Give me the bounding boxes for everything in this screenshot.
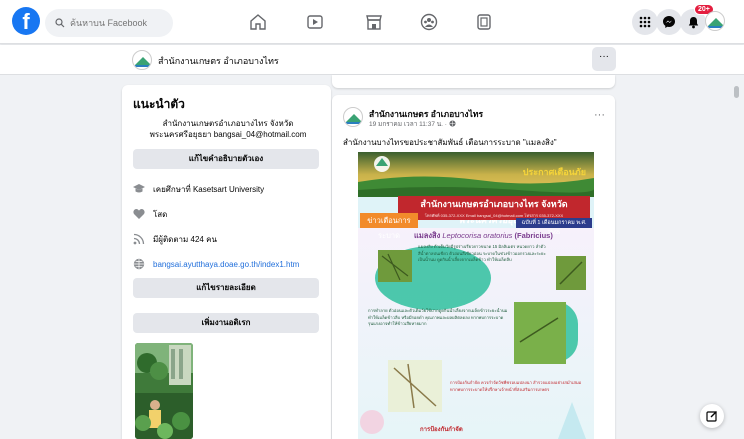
marketplace-icon[interactable] [364,12,384,32]
poster-header: ประกาศเตือนภัย [358,152,594,177]
website-link[interactable]: bangsai.ayutthaya.doae.go.th/index1.htm [153,260,299,269]
previous-post-edge [332,75,615,88]
page-name[interactable]: สำนักงานเกษตร อำเภอบางไทร [158,54,279,68]
followers-row: มีผู้ติดตาม 424 คน [133,232,217,246]
relationship-text: โสด [153,209,168,219]
poster-date: ฉบับที่ 1 เดือนมกราคม พ.ศ. 2565 [516,218,592,236]
menu-grid-icon[interactable] [632,9,658,35]
featured-photo[interactable] [135,343,193,439]
globe-icon [133,258,145,270]
post-text: สำนักงานบางไทรขอประชาสัมพันธ์ เตือนการระ… [343,138,557,147]
page-more-button[interactable]: ··· [592,47,616,71]
search-box[interactable] [45,9,173,37]
website-row: bangsai.ayutthaya.doae.go.th/index1.htm [133,257,299,271]
pest-latin: Leptocorisa oratorius [442,231,513,240]
page-avatar[interactable] [132,50,152,70]
watch-icon[interactable] [305,12,325,32]
intro-title: แนะนำตัว [133,97,185,111]
new-message-button[interactable] [700,404,724,428]
poster-org: สำนักงานเกษตรอำเภอบางไทร จังหวัดพระนครศร… [398,196,590,225]
poster-pest-name: แมลงสิง Leptocorisa oratorius (Fabricius… [414,230,553,242]
post-author-avatar[interactable] [343,107,363,127]
public-globe-icon [449,120,456,127]
page-header-bar: สำนักงานเกษตร อำเภอบางไทร ··· [0,45,744,75]
poster-body-3: การป้องกันกำจัด ควรกำจัดวัชพืชรอบแปลงนา … [450,380,582,392]
rss-icon [133,233,145,245]
poster-closing: การป้องกันกำจัด [420,427,463,433]
pest-thai: แมลงสิง [414,231,441,240]
education-row: เคยศึกษาที่ Kasetsart University [133,182,264,196]
groups-icon[interactable] [419,12,439,32]
page-scrollbar[interactable] [734,86,739,98]
top-navigation-bar: f 20+ [0,0,744,44]
search-input[interactable] [70,18,160,28]
facebook-logo-icon[interactable]: f [12,7,40,35]
relationship-row: โสด [133,207,167,221]
account-avatar[interactable] [705,11,725,31]
education-text: เคยศึกษาที่ Kasetsart University [153,184,265,194]
post-more-button[interactable]: ··· [594,109,605,121]
poster-body-2: การทำลาย ตัวอ่อนและตัวเต็มวัยใช้ปากดูดกิ… [368,308,508,326]
compose-icon [706,411,717,422]
home-icon[interactable] [248,12,268,32]
edit-bio-button[interactable]: แก้ไขคำอธิบายตัวเอง [133,149,319,169]
pest-author: (Fabricius) [514,231,553,240]
poster-body-1: แมลงสิง ตัวเต็มวัยมีรูปร่างเรียวยาวขนาด … [418,244,546,262]
graduation-cap-icon [133,183,145,195]
add-hobbies-button[interactable]: เพิ่มงานอดิเรก [133,313,319,333]
messenger-icon[interactable] [656,9,682,35]
post-timestamp[interactable]: 19 มกราคม เวลา 11:37 น. · [369,119,456,129]
intro-description: สำนักงานเกษตรอำเภอบางไทร จังหวัดพระนครศร… [149,119,307,139]
post-image[interactable]: ประกาศเตือนภัย สำนักงานเกษตรอำเภอบางไทร … [358,152,594,439]
edit-details-button[interactable]: แก้ไขรายละเอียด [133,278,319,298]
post-meta-text: 19 มกราคม เวลา 11:37 น. · [369,121,449,128]
poster-tag: ข่าวเตือนการระบาด [360,213,418,240]
heart-icon [133,208,145,220]
intro-card: แนะนำตัว สำนักงานเกษตรอำเภอบางไทร จังหวั… [122,85,331,439]
gaming-icon[interactable] [474,12,494,32]
followers-text: มีผู้ติดตาม 424 คน [153,234,217,244]
search-icon [55,18,65,28]
